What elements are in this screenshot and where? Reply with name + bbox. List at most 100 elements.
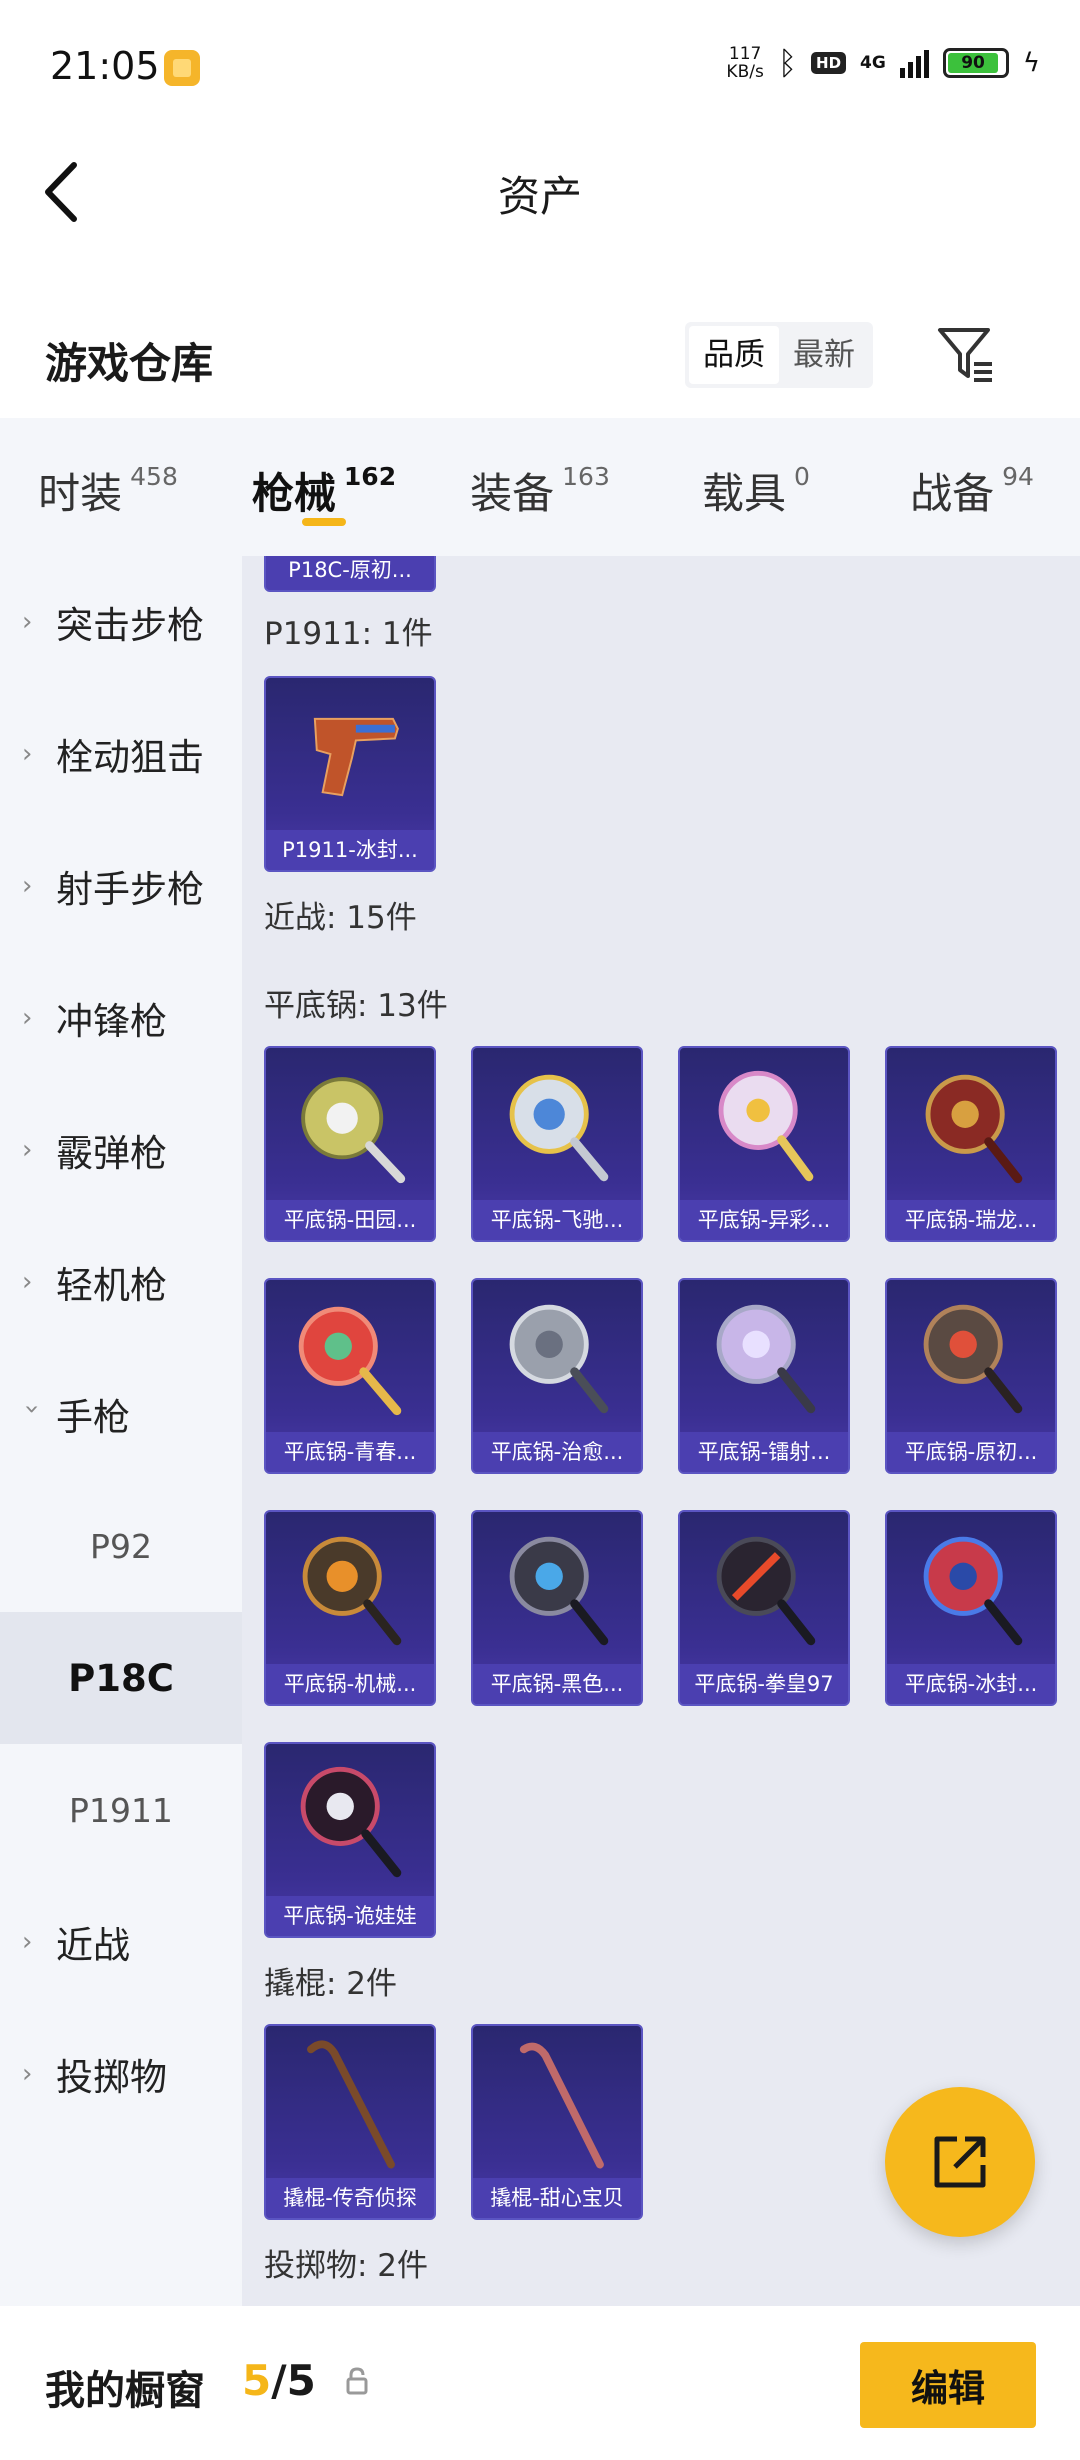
- group-label-crowbar: 撬棍: 2件: [264, 1966, 398, 2002]
- item-caption: 平底锅-瑞龙...: [887, 1200, 1055, 1240]
- frying-pan-icon: [923, 1536, 1023, 1646]
- sidebar-item-label: 霰弹枪: [56, 1132, 167, 1175]
- tab-count: 458: [130, 462, 178, 491]
- status-bar: 21:05 117 KB/s ᛒ HD 4G 90 ϟ: [0, 0, 1080, 135]
- item-grid-area[interactable]: P18C-原初... P1911: 1件 P1911-冰封... 近战: 15件…: [242, 556, 1080, 2306]
- sidebar-item-lmg[interactable]: › 轻机枪: [0, 1216, 242, 1348]
- item-card[interactable]: 平底锅-拳皇97: [678, 1510, 850, 1706]
- sidebar-item-marksman-rifle[interactable]: › 射手步枪: [0, 820, 242, 952]
- tab-label: 时装: [38, 469, 123, 518]
- edit-button[interactable]: 编辑: [860, 2342, 1036, 2428]
- item-card[interactable]: 平底锅-瑞龙...: [885, 1046, 1057, 1242]
- sidebar-item-pistol[interactable]: › 手枪: [0, 1348, 242, 1480]
- chevron-right-icon: ›: [22, 1927, 33, 1957]
- status-time: 21:05: [50, 44, 160, 88]
- item-card[interactable]: 平底锅-黑色...: [471, 1510, 643, 1706]
- item-caption: 平底锅-异彩...: [680, 1200, 848, 1240]
- item-card[interactable]: 平底锅-诡娃娃: [264, 1742, 436, 1938]
- tab-supplies[interactable]: 战备 94: [864, 418, 1080, 556]
- item-caption: 平底锅-冰封...: [887, 1664, 1055, 1704]
- sidebar-item-bolt-sniper[interactable]: › 栓动狙击: [0, 688, 242, 820]
- item-card[interactable]: 平底锅-治愈...: [471, 1278, 643, 1474]
- frying-pan-icon: [298, 1306, 402, 1416]
- frying-pan-icon: [302, 1536, 402, 1646]
- sidebar-item-smg[interactable]: › 冲锋枪: [0, 952, 242, 1084]
- sidebar-item-melee[interactable]: › 近战: [0, 1876, 242, 2008]
- sort-option-newest[interactable]: 最新: [779, 326, 869, 384]
- sidebar-item-assault-rifle[interactable]: › 突击步枪: [0, 556, 242, 688]
- network-type: 4G: [860, 53, 886, 73]
- frying-pan-icon: [509, 1304, 609, 1414]
- battery-level: 90: [947, 53, 999, 73]
- crowbar-icon: [519, 2042, 604, 2169]
- item-caption: 撬棍-甜心宝贝: [473, 2178, 641, 2218]
- filter-icon[interactable]: [934, 322, 998, 386]
- sidebar-item-throwables[interactable]: › 投掷物: [0, 2008, 242, 2140]
- group-label-pan: 平底锅: 13件: [264, 988, 448, 1024]
- item-card[interactable]: P1911-冰封...: [264, 676, 436, 872]
- tab-vehicles[interactable]: 载具 0: [648, 418, 864, 556]
- active-tab-indicator: [302, 518, 346, 526]
- item-card[interactable]: 平底锅-飞驰...: [471, 1046, 643, 1242]
- sidebar-item-label: 射手步枪: [56, 868, 204, 911]
- item-card[interactable]: 平底锅-异彩...: [678, 1046, 850, 1242]
- signal-icon: [899, 48, 929, 78]
- item-card[interactable]: 平底锅-机械...: [264, 1510, 436, 1706]
- item-caption: 平底锅-青春...: [266, 1432, 434, 1472]
- sidebar-item-label: 轻机枪: [56, 1264, 167, 1307]
- item-card-p18c[interactable]: P18C-原初...: [264, 556, 436, 592]
- sidebar-subitem-p18c[interactable]: P18C: [0, 1612, 242, 1744]
- tab-count: 0: [794, 462, 810, 491]
- tab-label: 枪械: [251, 469, 336, 518]
- item-caption: 平底锅-诡娃娃: [266, 1896, 434, 1936]
- tab-fashion[interactable]: 时装 458: [0, 418, 216, 556]
- sidebar-subitem-p92[interactable]: P92: [0, 1480, 242, 1612]
- section-header: 游戏仓库 品质 最新: [0, 300, 1080, 412]
- tab-count: 94: [1002, 462, 1034, 491]
- chevron-right-icon: ›: [22, 607, 33, 637]
- sidebar-item-label: 近战: [56, 1924, 130, 1967]
- pistol-icon: [313, 717, 399, 797]
- item-caption: 平底锅-田园...: [266, 1200, 434, 1240]
- tab-count: 162: [343, 462, 397, 491]
- sidebar-item-label: 冲锋枪: [56, 1000, 167, 1043]
- item-card[interactable]: 平底锅-田园...: [264, 1046, 436, 1242]
- sort-option-quality[interactable]: 品质: [689, 326, 779, 384]
- crowbar-icon: [307, 2040, 395, 2169]
- charging-icon: ϟ: [1022, 48, 1040, 78]
- network-speed-unit: KB/s: [726, 62, 764, 82]
- item-caption: 平底锅-机械...: [266, 1664, 434, 1704]
- chevron-right-icon: ›: [22, 2059, 33, 2089]
- tab-label: 载具: [702, 469, 787, 518]
- frying-pan-icon: [923, 1304, 1023, 1414]
- item-card[interactable]: 撬棍-传奇侦探: [264, 2024, 436, 2220]
- sidebar-subitem-p1911[interactable]: P1911: [0, 1744, 242, 1876]
- frying-pan-icon: [716, 1304, 816, 1414]
- item-card[interactable]: 平底锅-原初...: [885, 1278, 1057, 1474]
- top-header: 资产: [0, 135, 1080, 255]
- item-card[interactable]: 撬棍-甜心宝贝: [471, 2024, 643, 2220]
- item-card[interactable]: 平底锅-镭射...: [678, 1278, 850, 1474]
- item-caption: 平底锅-黑色...: [473, 1664, 641, 1704]
- chevron-right-icon: ›: [22, 871, 33, 901]
- tab-equipment[interactable]: 装备 163: [432, 418, 648, 556]
- hd-badge: HD: [811, 52, 847, 74]
- app-notification-icon: [164, 50, 200, 86]
- frying-pan-icon: [300, 1766, 402, 1878]
- sidebar-item-label: 手枪: [56, 1396, 130, 1439]
- frying-pan-icon: [718, 1070, 814, 1182]
- item-card[interactable]: 平底锅-冰封...: [885, 1510, 1057, 1706]
- item-caption: 平底锅-飞驰...: [473, 1200, 641, 1240]
- item-caption: 平底锅-镭射...: [680, 1432, 848, 1472]
- share-button[interactable]: [885, 2087, 1035, 2237]
- group-label-melee: 近战: 15件: [264, 900, 417, 936]
- item-caption: 撬棍-传奇侦探: [266, 2178, 434, 2218]
- section-title: 游戏仓库: [45, 339, 214, 388]
- showcase-count: 5/5: [242, 2356, 316, 2405]
- item-caption: 平底锅-拳皇97: [680, 1664, 848, 1704]
- sidebar-item-label: 栓动狙击: [56, 736, 204, 779]
- item-caption: 平底锅-治愈...: [473, 1432, 641, 1472]
- sidebar-item-shotgun[interactable]: › 霰弹枪: [0, 1084, 242, 1216]
- item-card[interactable]: 平底锅-青春...: [264, 1278, 436, 1474]
- tab-firearms[interactable]: 枪械 162: [216, 418, 432, 556]
